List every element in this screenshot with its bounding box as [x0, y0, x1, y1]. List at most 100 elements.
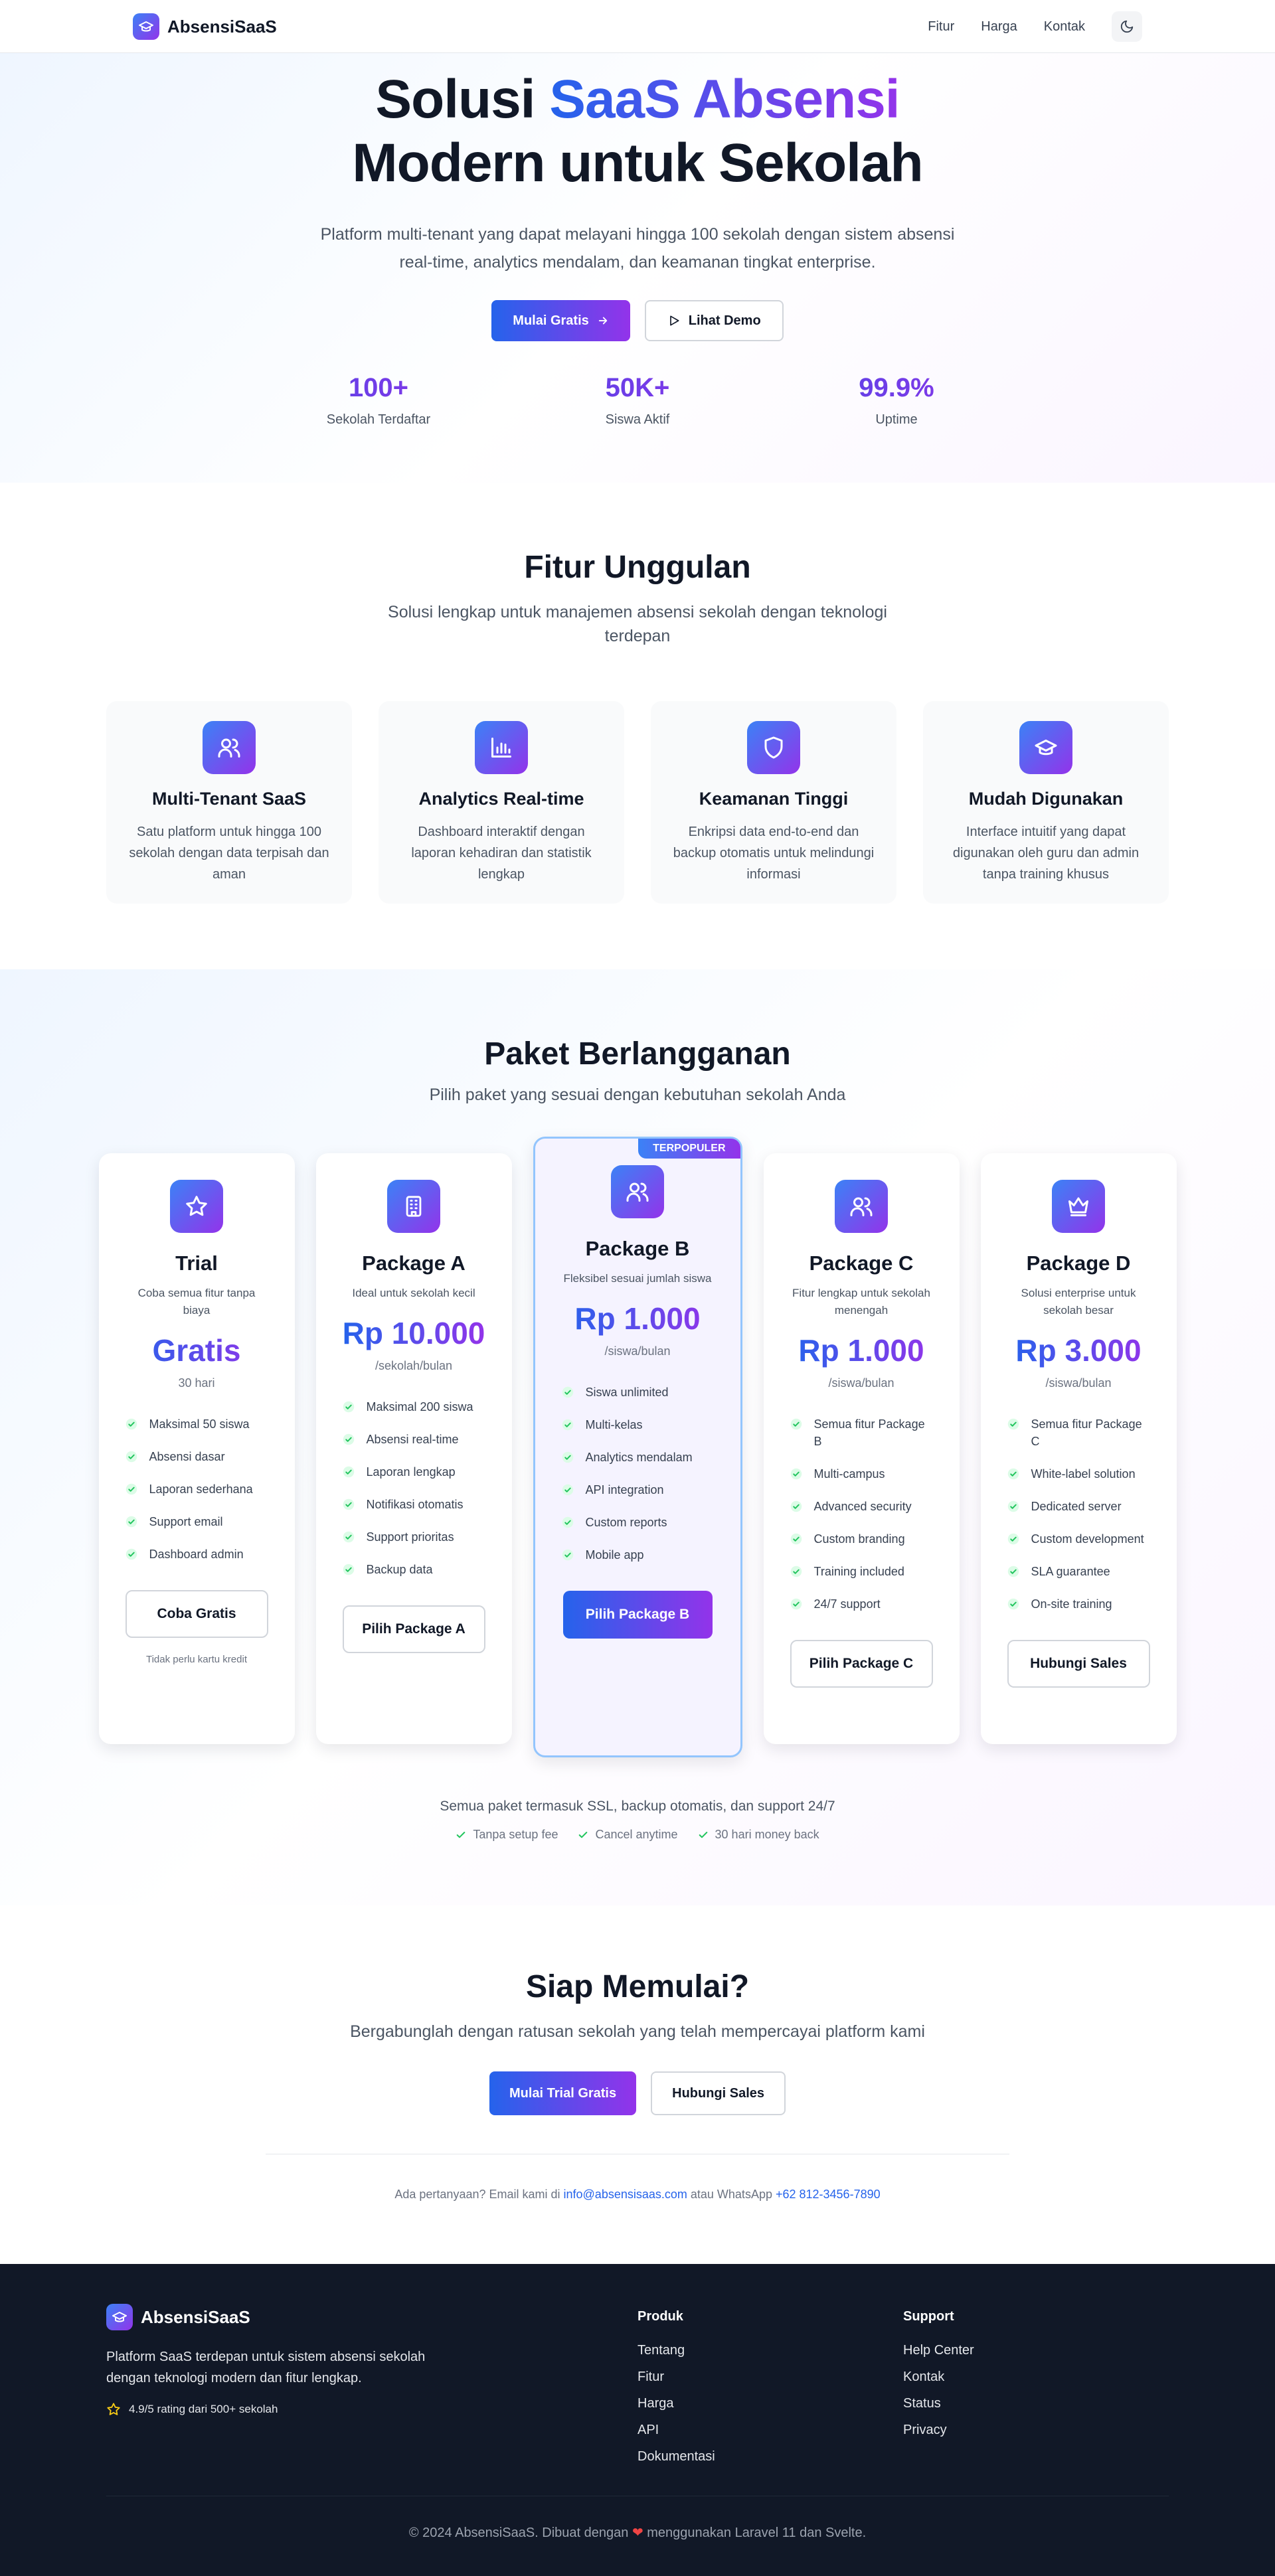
guarantee-label: 30 hari money back: [715, 1828, 819, 1841]
nav-links: Fitur Harga Kontak: [928, 11, 1142, 42]
choose-package-b-button[interactable]: Pilih Package B: [562, 1591, 713, 1639]
footer-brand[interactable]: AbsensiSaaS: [106, 2304, 638, 2330]
check-icon: [343, 1561, 356, 1578]
email-link[interactable]: info@absensisaas.com: [564, 2188, 687, 2201]
plan-feature-label: Multi-kelas: [585, 1418, 643, 1431]
plan-feature-item: Semua fitur Package B: [790, 1415, 933, 1450]
plan-desc: Fitur lengkap untuk sekolah menengah: [792, 1287, 930, 1317]
pricing-section: Paket Berlangganan Pilih paket yang sesu…: [0, 969, 1275, 1905]
hero-section: Solusi SaaS Absensi Modern untuk Sekolah…: [0, 53, 1275, 483]
check-icon: [1007, 1595, 1021, 1613]
contact-sales-button[interactable]: Hubungi Sales: [1007, 1640, 1150, 1688]
pricing-title: Paket Berlangganan: [484, 1036, 791, 1072]
plan-feature-label: Custom development: [1031, 1532, 1144, 1546]
footer-link-status[interactable]: Status: [903, 2396, 1169, 2411]
copyright-prefix: © 2024 AbsensiSaaS. Dibuat dengan: [408, 2526, 632, 2540]
footer-link-dokumentasi[interactable]: Dokumentasi: [638, 2449, 903, 2464]
contact-prefix: Ada pertanyaan? Email kami di: [394, 2188, 564, 2201]
stat-uptime: 99.9% Uptime: [767, 373, 1026, 428]
plan-desc: Solusi enterprise untuk sekolah besar: [1021, 1287, 1136, 1317]
check-icon: [562, 1384, 575, 1401]
plan-feature-label: Siswa unlimited: [585, 1386, 669, 1399]
footer-link-fitur[interactable]: Fitur: [638, 2370, 903, 2385]
choose-package-a-button[interactable]: Pilih Package A: [342, 1605, 485, 1653]
feature-desc: Interface intuitif yang dapat digunakan …: [952, 825, 1140, 882]
plan-feature-label: Multi-campus: [813, 1467, 885, 1481]
view-demo-button[interactable]: Lihat Demo: [644, 300, 784, 341]
plan-feature-label: Mobile app: [585, 1548, 644, 1562]
whatsapp-link[interactable]: +62 812-3456-7890: [776, 2188, 881, 2201]
guarantee-label: Tanpa setup fee: [473, 1828, 558, 1841]
guarantee-item: 30 hari money back: [698, 1828, 819, 1842]
check-icon: [126, 1481, 139, 1498]
rating-text: 4.9/5 rating dari 500+ sekolah: [129, 2403, 278, 2415]
plan-feature-label: White-label solution: [1031, 1467, 1136, 1481]
check-icon: [1007, 1465, 1021, 1483]
check-icon: [790, 1595, 804, 1613]
footer-copyright: © 2024 AbsensiSaaS. Dibuat dengan ❤ meng…: [106, 2496, 1169, 2541]
feature-desc: Satu platform untuk hingga 100 sekolah d…: [129, 825, 329, 882]
plan-name: Package D: [1026, 1251, 1131, 1275]
check-icon: [1007, 1498, 1021, 1515]
plan-desc: Coba semua fitur tanpa biaya: [137, 1287, 256, 1317]
arrow-right-icon: [598, 317, 607, 325]
users-icon: [203, 721, 256, 774]
hero-ctas: Mulai Gratis Lihat Demo: [0, 300, 1275, 341]
nav-link-fitur[interactable]: Fitur: [928, 19, 954, 35]
plan-features: Maksimal 200 siswa Absensi real-time Lapor…: [343, 1398, 485, 1578]
check-icon: [562, 1546, 575, 1564]
check-icon: [126, 1513, 139, 1530]
choose-package-c-button[interactable]: Pilih Package C: [790, 1640, 933, 1688]
check-icon: [126, 1415, 139, 1433]
plan-feature-label: Custom reports: [585, 1516, 667, 1529]
check-icon: [790, 1415, 804, 1433]
plan-feature-label: API integration: [585, 1483, 664, 1496]
plan-features: Maksimal 50 siswa Absensi dasar Laporan se…: [126, 1415, 268, 1563]
footer-link-privacy[interactable]: Privacy: [903, 2423, 1169, 2438]
footer-link-api[interactable]: API: [638, 2423, 903, 2438]
check-icon: [699, 1831, 707, 1838]
footer-link-kontak[interactable]: Kontak: [903, 2370, 1169, 2385]
plan-feature-item: Semua fitur Package C: [1007, 1415, 1150, 1450]
plan-card-package-d: Package D Solusi enterprise untuk sekola…: [980, 1153, 1177, 1744]
star-icon: [107, 2403, 120, 2415]
plan-feature-item: Advanced security: [790, 1498, 933, 1515]
contact-sales-cta-button[interactable]: Hubungi Sales: [651, 2071, 786, 2115]
brand[interactable]: AbsensiSaaS: [133, 13, 277, 40]
plan-feature-label: Laporan sederhana: [149, 1483, 253, 1496]
footer-link-harga[interactable]: Harga: [638, 2396, 903, 2411]
plan-name: Package A: [362, 1251, 466, 1275]
plan-unit: /siswa/bulan: [1045, 1376, 1112, 1390]
plan-feature-item: On-site training: [1007, 1595, 1150, 1613]
check-icon: [790, 1498, 804, 1515]
shield-icon: [747, 721, 800, 774]
plan-feature-item: Dedicated server: [1007, 1498, 1150, 1515]
check-icon: [126, 1546, 139, 1563]
plan-feature-label: Notifikasi otomatis: [366, 1498, 464, 1511]
feature-card-multitenant: Multi-Tenant SaaS Satu platform untuk hi…: [106, 701, 352, 904]
try-free-button[interactable]: Coba Gratis: [125, 1590, 268, 1638]
nav-link-kontak[interactable]: Kontak: [1044, 19, 1085, 35]
stat-label: Uptime: [875, 412, 918, 427]
check-icon: [457, 1831, 466, 1838]
plan-card-trial: Trial Coba semua fitur tanpa biaya Grati…: [98, 1153, 295, 1744]
stat-label: Sekolah Terdaftar: [326, 412, 431, 427]
footer-link-tentang[interactable]: Tentang: [638, 2343, 903, 2358]
feature-title: Keamanan Tinggi: [699, 789, 849, 809]
plan-feature-item: Mobile app: [562, 1546, 714, 1564]
start-trial-button[interactable]: Mulai Trial Gratis: [489, 2071, 637, 2115]
pricing-guarantees: Tanpa setup fee Cancel anytime 30 hari m…: [0, 1828, 1275, 1842]
features-subtitle: Solusi lengkap untuk manajemen absensi s…: [388, 603, 887, 645]
check-icon: [343, 1398, 356, 1415]
start-free-button[interactable]: Mulai Gratis: [491, 300, 630, 341]
dark-mode-toggle[interactable]: [1112, 11, 1142, 42]
users-icon: [835, 1180, 888, 1233]
plan-desc: Ideal untuk sekolah kecil: [352, 1287, 475, 1299]
play-icon: [669, 315, 679, 326]
footer-link-help-center[interactable]: Help Center: [903, 2343, 1169, 2358]
nav-link-harga[interactable]: Harga: [981, 19, 1017, 35]
contact-line: Ada pertanyaan? Email kami di info@absen…: [0, 2188, 1275, 2202]
plan-feature-label: Dashboard admin: [149, 1548, 244, 1561]
stat-label: Siswa Aktif: [605, 412, 670, 427]
feature-title: Multi-Tenant SaaS: [151, 789, 307, 809]
